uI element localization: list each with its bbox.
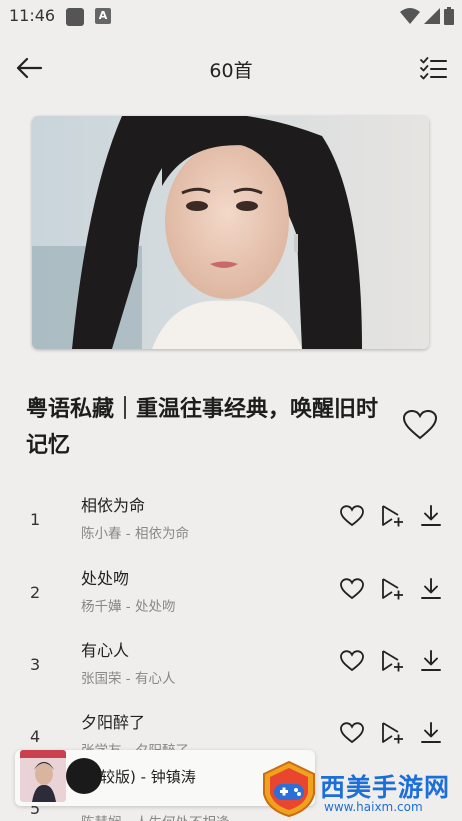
heart-icon xyxy=(403,410,437,440)
now-playing-cover xyxy=(20,750,66,802)
top-bar: 60首 xyxy=(0,40,462,96)
song-row[interactable]: 3 有心人 张国荣 - 有心人 xyxy=(0,635,462,707)
heart-icon xyxy=(340,505,364,527)
site-watermark: 西美手游网 www.haixm.com xyxy=(260,760,460,818)
song-row[interactable]: 2 处处吻 杨千嬅 - 处处吻 xyxy=(0,563,462,635)
add-to-playlist-button[interactable] xyxy=(377,718,407,748)
add-to-queue-icon xyxy=(382,505,403,527)
playlist-title: 粤语私藏｜重温往事经典，唤醒旧时记忆 xyxy=(26,397,379,458)
status-time: 11:46 xyxy=(9,6,56,25)
song-artist-album: 杨千嬅 - 处处吻 xyxy=(81,599,176,615)
gamepad-logo-icon xyxy=(263,760,315,818)
song-number: 3 xyxy=(30,655,41,674)
download-icon xyxy=(421,578,441,599)
add-to-playlist-button[interactable] xyxy=(377,501,407,531)
download-icon xyxy=(421,650,441,671)
now-playing-disc xyxy=(66,758,102,794)
watermark-text: 西美手游网 xyxy=(320,773,451,802)
heart-icon xyxy=(340,650,364,672)
keyboard-notification-icon: A xyxy=(95,8,111,24)
add-to-playlist-button[interactable] xyxy=(377,574,407,604)
like-song-button[interactable] xyxy=(337,718,367,748)
download-icon xyxy=(421,505,441,526)
song-number: 1 xyxy=(30,510,41,529)
notification-icon xyxy=(66,8,84,26)
song-artist-album: 张国荣 - 有心人 xyxy=(81,671,176,687)
add-to-queue-icon xyxy=(382,722,403,744)
song-number: 4 xyxy=(30,727,41,746)
song-title: 处处吻 xyxy=(81,569,130,588)
song-title: 相依为命 xyxy=(81,496,146,515)
heart-icon xyxy=(340,578,364,600)
download-button[interactable] xyxy=(416,646,446,676)
song-title: 有心人 xyxy=(81,641,130,660)
multi-select-button[interactable] xyxy=(416,52,450,84)
status-icons xyxy=(400,7,454,25)
add-to-queue-icon xyxy=(382,578,403,600)
song-artist-album: 陈慧娴 - 人生何处不相逢 xyxy=(81,811,229,821)
heart-icon xyxy=(340,722,364,744)
song-number: 2 xyxy=(30,583,41,602)
favorite-playlist-button[interactable] xyxy=(400,405,440,445)
signal-icon xyxy=(424,8,440,24)
download-icon xyxy=(421,722,441,743)
watermark-url: www.haixm.com xyxy=(324,800,423,814)
now-playing-title: 较版) - 钟镇涛 xyxy=(100,768,196,786)
song-artist-album: 陈小春 - 相依为命 xyxy=(81,526,189,542)
page-title: 60首 xyxy=(209,60,253,82)
add-to-queue-icon xyxy=(382,650,403,672)
like-song-button[interactable] xyxy=(337,574,367,604)
song-title: 夕阳醉了 xyxy=(81,713,146,732)
download-button[interactable] xyxy=(416,574,446,604)
status-bar: 11:46 A xyxy=(0,0,462,32)
download-button[interactable] xyxy=(416,718,446,748)
battery-icon xyxy=(444,7,454,25)
download-button[interactable] xyxy=(416,501,446,531)
like-song-button[interactable] xyxy=(337,501,367,531)
wifi-icon xyxy=(400,8,420,24)
add-to-playlist-button[interactable] xyxy=(377,646,407,676)
like-song-button[interactable] xyxy=(337,646,367,676)
song-row[interactable]: 1 相依为命 陈小春 - 相依为命 xyxy=(0,490,462,562)
checklist-icon xyxy=(420,57,447,80)
playlist-cover-image xyxy=(32,116,429,349)
